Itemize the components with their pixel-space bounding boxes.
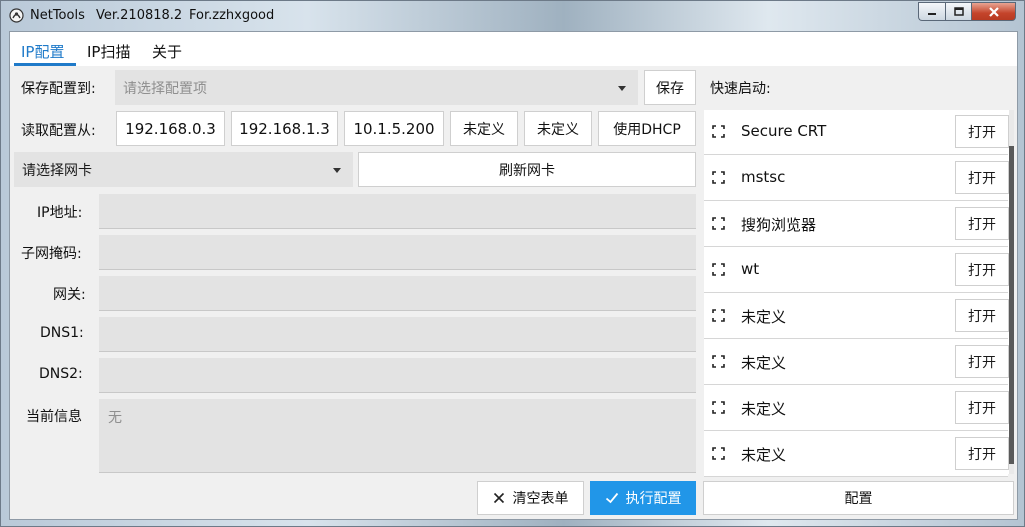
quick-launch-title: 快速启动: (710, 81, 771, 97)
quick-launch-item: 未定义 打开 (704, 294, 1009, 339)
quick-launch-list[interactable]: Secure CRT 打开 mstsc 打开 搜狗浏览器 打开 wt 打开 未定… (704, 110, 1014, 477)
expand-icon (712, 355, 725, 368)
minimize-button[interactable] (918, 2, 945, 21)
save-config-select[interactable]: 请选择配置项 (115, 70, 638, 105)
read-config-label: 读取配置从: (21, 123, 96, 139)
quick-launch-name: 未定义 (741, 354, 787, 372)
maximize-button[interactable] (945, 2, 971, 21)
chevron-down-icon (618, 85, 626, 91)
app-version: Ver.210818.2 (96, 8, 183, 23)
tab-about[interactable]: 关于 (152, 41, 182, 62)
maximize-icon (953, 7, 964, 16)
apply-config-button[interactable]: 执行配置 (590, 481, 696, 515)
refresh-nic-button[interactable]: 刷新网卡 (358, 152, 696, 187)
preset-button-3[interactable]: 10.1.5.200 (344, 111, 444, 146)
save-button[interactable]: 保存 (644, 70, 696, 105)
quick-launch-item: mstsc 打开 (704, 156, 1009, 201)
quick-launch-item: 未定义 打开 (704, 386, 1009, 431)
app-window: NetTools Ver.210818.2 For.zzhxgood IP配置 … (0, 0, 1025, 527)
open-button[interactable]: 打开 (955, 253, 1009, 286)
open-button[interactable]: 打开 (955, 437, 1009, 470)
open-button[interactable]: 打开 (955, 115, 1009, 148)
quick-launch-name: mstsc (741, 168, 786, 186)
quick-launch-item: Secure CRT 打开 (704, 110, 1009, 155)
close-icon (493, 492, 504, 504)
quick-launch-item: 搜狗浏览器 打开 (704, 202, 1009, 247)
expand-icon (712, 217, 725, 230)
open-button[interactable]: 打开 (955, 391, 1009, 424)
nic-select[interactable]: 请选择网卡 (14, 152, 353, 187)
save-config-placeholder: 请选择配置项 (123, 80, 207, 97)
quick-launch-name: 未定义 (741, 400, 787, 418)
subnet-mask-input[interactable] (99, 235, 696, 270)
ip-address-label: IP地址: (37, 205, 83, 221)
quick-launch-name: 未定义 (741, 446, 787, 464)
expand-icon (712, 125, 725, 138)
check-icon (605, 492, 618, 504)
expand-icon (712, 447, 725, 460)
preset-button-1[interactable]: 192.168.0.3 (116, 111, 225, 146)
window-controls (918, 2, 1016, 21)
app-logo-icon (9, 8, 24, 23)
quick-launch-name: Secure CRT (741, 122, 827, 140)
gateway-input[interactable] (99, 276, 696, 311)
scrollbar-thumb[interactable] (1009, 146, 1014, 464)
nic-select-label: 请选择网卡 (22, 162, 92, 179)
gateway-label: 网关: (53, 287, 86, 303)
client-area: IP配置 IP扫描 关于 保存配置到: 请选择配置项 保存 快速启动: 读取配置… (9, 31, 1018, 520)
subnet-mask-label: 子网掩码: (21, 246, 82, 262)
app-title: NetTools (30, 8, 85, 23)
current-info-value: 无 (108, 410, 122, 426)
use-dhcp-button[interactable]: 使用DHCP (598, 111, 696, 146)
preset-button-2[interactable]: 192.168.1.3 (231, 111, 338, 146)
chevron-down-icon (333, 167, 341, 173)
open-button[interactable]: 打开 (955, 207, 1009, 240)
clear-form-button[interactable]: 清空表单 (477, 481, 584, 515)
tab-bar: IP配置 IP扫描 关于 (10, 32, 1017, 66)
active-tab-indicator (14, 63, 76, 66)
expand-icon (712, 401, 725, 414)
dns2-label: DNS2: (39, 366, 83, 382)
save-config-label: 保存配置到: (21, 81, 96, 97)
apply-config-label: 执行配置 (625, 491, 682, 507)
close-icon (988, 6, 999, 17)
quick-launch-name: wt (741, 260, 760, 278)
app-author: For.zzhxgood (189, 8, 275, 23)
expand-icon (712, 263, 725, 276)
expand-icon (712, 171, 725, 184)
close-button[interactable] (971, 2, 1016, 21)
dns1-input[interactable] (99, 317, 696, 352)
tab-ip-scan[interactable]: IP扫描 (87, 41, 130, 62)
preset-button-5[interactable]: 未定义 (524, 111, 592, 146)
clear-form-label: 清空表单 (512, 491, 569, 507)
minimize-icon (928, 12, 936, 15)
quick-launch-name: 搜狗浏览器 (741, 216, 817, 234)
open-button[interactable]: 打开 (955, 345, 1009, 378)
quick-launch-item: 未定义 打开 (704, 340, 1009, 385)
preset-button-4[interactable]: 未定义 (450, 111, 518, 146)
quick-launch-name: 未定义 (741, 308, 787, 326)
current-info-label: 当前信息 (26, 409, 82, 425)
ip-address-input[interactable] (99, 194, 696, 229)
dns1-label: DNS1: (40, 325, 84, 341)
quick-launch-scrollbar[interactable] (1009, 110, 1014, 474)
expand-icon (712, 309, 725, 322)
quick-launch-item: 未定义 打开 (704, 432, 1009, 477)
dns2-input[interactable] (99, 358, 696, 393)
tab-ip-config[interactable]: IP配置 (21, 41, 64, 62)
title-bar[interactable]: NetTools Ver.210818.2 For.zzhxgood (1, 1, 1024, 31)
quick-launch-item: wt 打开 (704, 248, 1009, 293)
open-button[interactable]: 打开 (955, 299, 1009, 332)
current-info-box[interactable]: 无 (99, 399, 696, 473)
quick-launch-config-button[interactable]: 配置 (703, 481, 1014, 515)
open-button[interactable]: 打开 (955, 161, 1009, 194)
